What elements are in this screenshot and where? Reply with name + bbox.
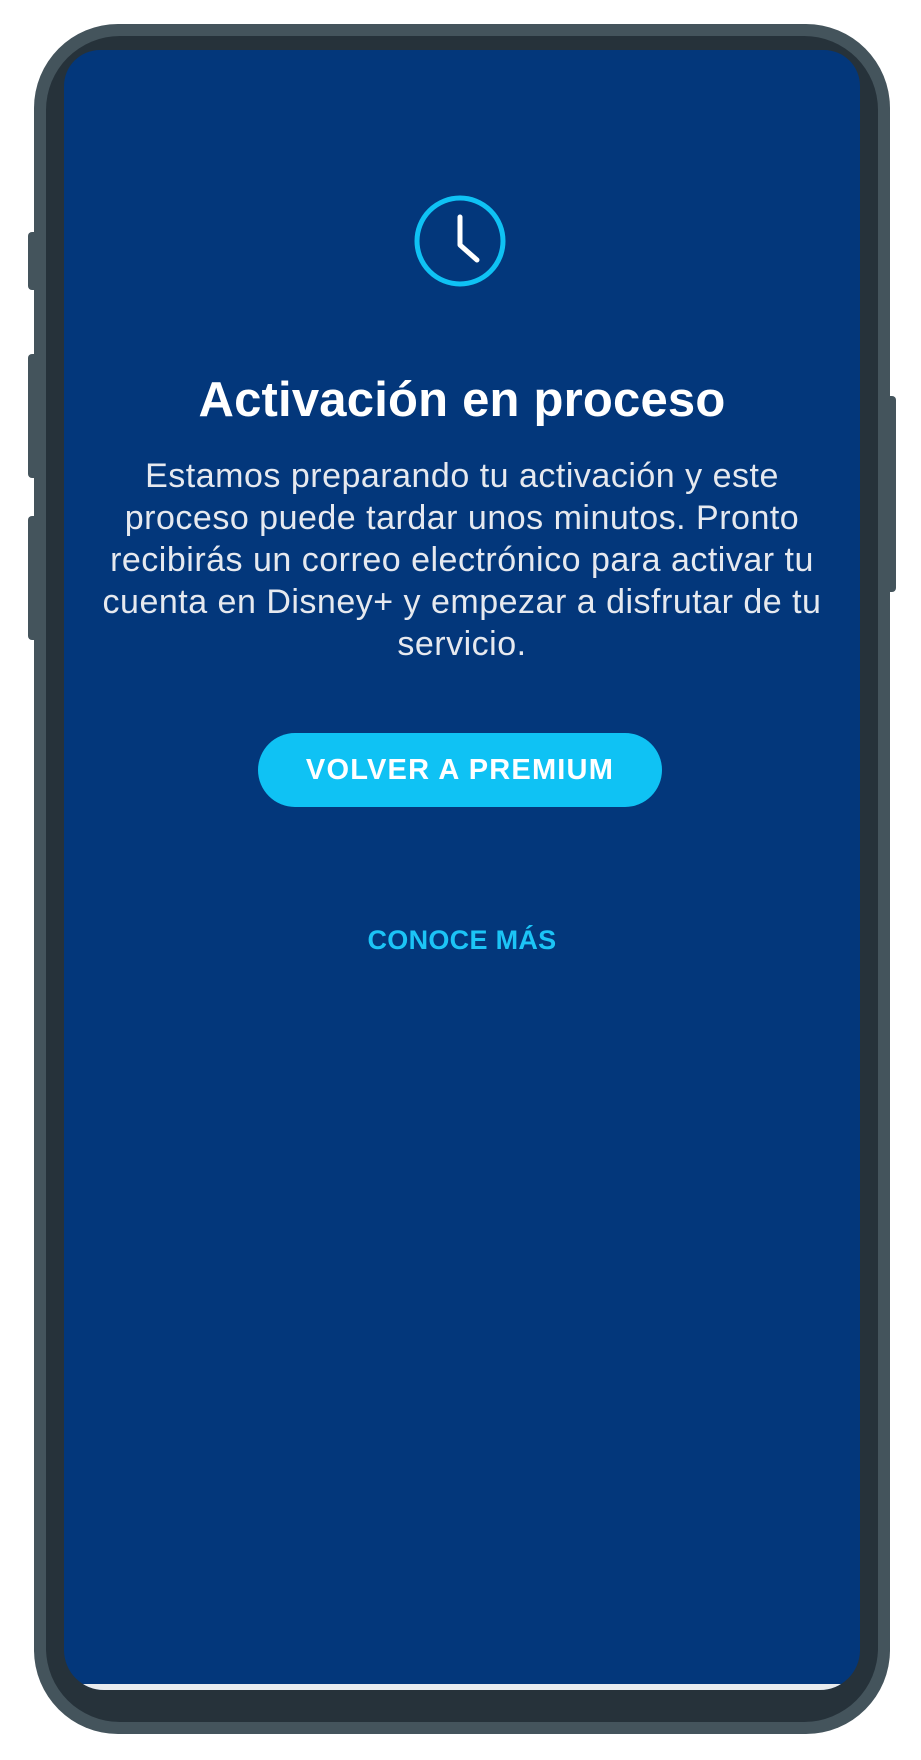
activation-message: Estamos preparando tu activación y este … bbox=[102, 457, 822, 663]
page-title: Activación en proceso bbox=[198, 373, 726, 427]
volume-down-button bbox=[28, 354, 38, 478]
volume-up-button bbox=[28, 232, 38, 290]
back-to-premium-button[interactable]: VOLVER A PREMIUM bbox=[258, 733, 662, 807]
app-screen: Activación en proceso Estamos preparando… bbox=[64, 50, 860, 1690]
learn-more-link[interactable]: CONOCE MÁS bbox=[352, 910, 572, 970]
clock-icon bbox=[414, 195, 506, 287]
power-button bbox=[884, 396, 896, 592]
side-key-button bbox=[28, 516, 38, 640]
